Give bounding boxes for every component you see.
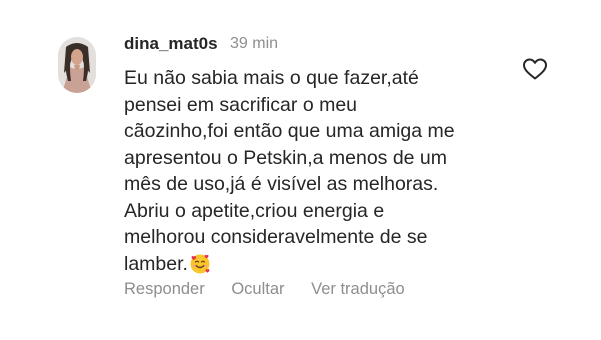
comment-text-line: pensei em sacrificar o meu (124, 93, 358, 116)
avatar-photo (58, 37, 96, 93)
comment-text-line: apresentou o Petskin,a menos de um (124, 146, 448, 169)
comment-text: Eu não sabia mais o que fazer,até pensei… (124, 65, 504, 277)
comment-timestamp: 39 min (230, 35, 279, 52)
comment-actions: Responder Ocultar Ver tradução (124, 280, 405, 299)
comment-text-line: mês de uso,já é visível as melhoras. (124, 173, 439, 195)
reply-button[interactable]: Responder (124, 280, 205, 299)
smiling-face-with-hearts-icon (189, 253, 211, 275)
heart-outline-icon[interactable] (522, 57, 548, 81)
comment-text-line: Abriu o apetite,criou energia e (124, 199, 385, 222)
comment-text-line: cãozinho,foi então que uma amiga me (124, 120, 455, 142)
see-translation-button[interactable]: Ver tradução (311, 280, 405, 299)
comment-text-line: Eu não sabia mais o que fazer,até (124, 67, 419, 89)
comment-item: dina_mat0s 39 min Eu não sabia mais o qu… (0, 0, 601, 340)
comment-username[interactable]: dina_mat0s (124, 34, 218, 54)
hide-button[interactable]: Ocultar (231, 280, 284, 299)
comment-text-line: lamber. (124, 252, 188, 275)
avatar[interactable] (58, 37, 96, 93)
comment-text-line-last: lamber. (124, 251, 504, 278)
comment-text-line: melhorou consideravelmente de se (124, 226, 428, 248)
